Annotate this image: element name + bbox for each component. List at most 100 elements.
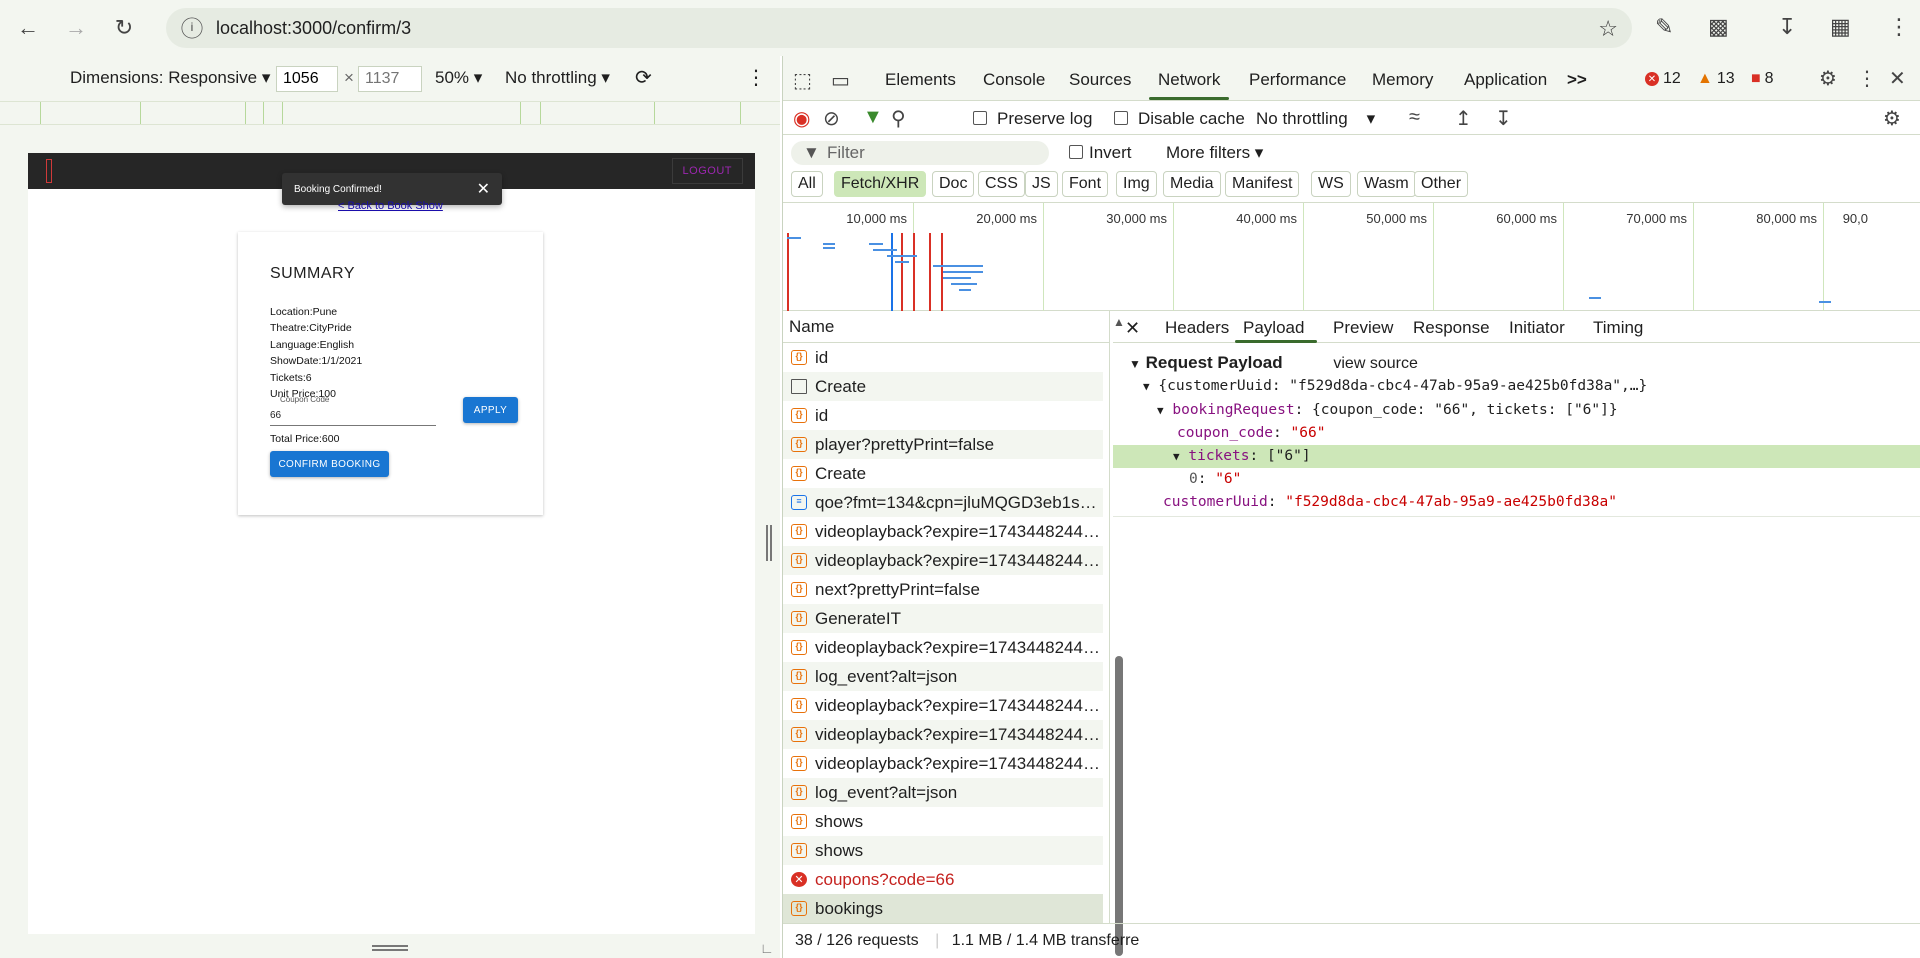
detail-tab-payload[interactable]: Payload <box>1243 318 1304 338</box>
device-width-input[interactable] <box>276 66 338 92</box>
throttling-dropdown[interactable]: No throttling ▾ <box>505 68 610 88</box>
detail-tab-timing[interactable]: Timing <box>1593 318 1643 338</box>
request-row[interactable]: {} videoplayback?expire=1743448244&e... <box>783 691 1103 720</box>
tab-network[interactable]: Network <box>1158 70 1220 90</box>
network-settings-gear-icon[interactable]: ⚙ <box>1883 106 1901 131</box>
preserve-log-checkbox[interactable] <box>973 111 987 125</box>
more-tabs-chevron-icon[interactable]: >> <box>1567 70 1587 90</box>
request-row[interactable]: {} GenerateIT <box>783 604 1103 633</box>
request-row[interactable]: {} videoplayback?expire=1743448244&e... <box>783 749 1103 778</box>
request-row[interactable]: {} videoplayback?expire=1743448244&e... <box>783 546 1103 575</box>
request-row[interactable]: {} Create <box>783 459 1103 488</box>
filter-chip-img[interactable]: Img <box>1116 171 1157 197</box>
name-column-header[interactable]: Name <box>783 311 1110 343</box>
ticket-0-row[interactable]: 0: "6" <box>1113 468 1920 491</box>
download-icon[interactable]: ↧ <box>1778 14 1796 40</box>
settings-gear-icon[interactable]: ⚙ <box>1819 66 1837 91</box>
devtools-menu-icon[interactable]: ⋮ <box>1857 66 1877 91</box>
clear-icon[interactable]: ⊘ <box>823 106 840 131</box>
network-overview-timeline[interactable]: 10,000 ms 20,000 ms 30,000 ms 40,000 ms … <box>783 203 1920 311</box>
request-row[interactable]: ✕ coupons?code=66 <box>783 865 1103 894</box>
apply-button[interactable]: APPLY <box>463 397 518 423</box>
viewport-resize-handle-bottom[interactable] <box>372 945 408 951</box>
request-row[interactable]: {} videoplayback?expire=1743448244&e... <box>783 633 1103 662</box>
error-count-badge[interactable]: ✕ 12 <box>1645 70 1681 88</box>
rotate-icon[interactable]: ⟳ <box>635 65 652 90</box>
invert-checkbox[interactable] <box>1069 145 1083 159</box>
request-row[interactable]: {} videoplayback?expire=1743448244&e... <box>783 720 1103 749</box>
request-row[interactable]: ≡ qoe?fmt=134&cpn=jluMQGD3eb1she... <box>783 488 1103 517</box>
payload-root-row[interactable]: ▼ {customerUuid: "f529d8da-cbc4-47ab-95a… <box>1113 375 1920 398</box>
tickets-row[interactable]: ▼ tickets: ["6"] <box>1113 445 1920 468</box>
filter-chip-all[interactable]: All <box>791 171 823 197</box>
customer-uuid-row[interactable]: customerUuid: "f529d8da-cbc4-47ab-95a9-a… <box>1113 491 1920 517</box>
bookmark-star-icon[interactable]: ☆ <box>1598 16 1618 42</box>
extensions-icon[interactable]: ▩ <box>1708 14 1729 40</box>
request-row[interactable]: {} next?prettyPrint=false <box>783 575 1103 604</box>
search-icon[interactable]: ⚲ <box>891 106 906 131</box>
disable-cache-checkbox[interactable] <box>1114 111 1128 125</box>
back-icon[interactable]: ← <box>8 8 48 48</box>
request-row[interactable]: {} id <box>783 343 1103 372</box>
profile-avatar-icon[interactable]: ▦ <box>1830 14 1851 40</box>
tab-sources[interactable]: Sources <box>1069 70 1131 90</box>
tab-application[interactable]: Application <box>1464 70 1547 90</box>
address-bar[interactable]: i localhost:3000/confirm/3 ☆ <box>166 8 1632 48</box>
menu-kebab-icon[interactable]: ⋮ <box>1888 14 1910 40</box>
tab-memory[interactable]: Memory <box>1372 70 1433 90</box>
request-row[interactable]: {} videoplayback?expire=1743448244&e... <box>783 517 1103 546</box>
filter-chip-js[interactable]: JS <box>1025 171 1058 197</box>
filter-chip-wasm[interactable]: Wasm <box>1357 171 1416 197</box>
close-detail-icon[interactable]: ✕ <box>1125 318 1140 339</box>
request-row[interactable]: Create <box>783 372 1103 401</box>
tab-elements[interactable]: Elements <box>885 70 956 90</box>
booking-request-row[interactable]: ▼ bookingRequest: {coupon_code: "66", ti… <box>1113 399 1920 422</box>
inspect-element-icon[interactable]: ⬚ <box>793 68 812 93</box>
request-row[interactable]: {} log_event?alt=json <box>783 662 1103 691</box>
filter-chip-other[interactable]: Other <box>1414 171 1469 197</box>
media-query-ruler[interactable] <box>0 101 780 125</box>
issues-count-badge[interactable]: ■ 8 <box>1751 70 1774 88</box>
close-icon[interactable]: ✕ <box>477 179 490 199</box>
request-row[interactable]: {} shows <box>783 836 1103 865</box>
zoom-dropdown[interactable]: 50% ▾ <box>435 68 482 88</box>
request-row[interactable]: {} bookings <box>783 894 1103 923</box>
dimensions-dropdown[interactable]: Dimensions: Responsive ▾ <box>70 68 270 88</box>
device-height-input[interactable] <box>358 66 422 92</box>
eyedropper-icon[interactable]: ✎ <box>1655 14 1673 40</box>
coupon-code-row[interactable]: coupon_code: "66" <box>1113 422 1920 445</box>
request-row[interactable]: {} player?prettyPrint=false <box>783 430 1103 459</box>
detail-tab-initiator[interactable]: Initiator <box>1509 318 1565 338</box>
request-row[interactable]: {} id <box>783 401 1103 430</box>
filter-funnel-icon[interactable]: ▼ <box>863 106 883 129</box>
request-payload-header[interactable]: ▼ Request Payload view source <box>1113 351 1920 374</box>
viewport-resize-handle-right[interactable] <box>766 525 772 561</box>
filter-chip-ws[interactable]: WS <box>1311 171 1351 197</box>
site-info-icon[interactable]: i <box>181 17 203 39</box>
filter-chip-css[interactable]: CSS <box>978 171 1025 197</box>
app-logo[interactable] <box>46 159 52 183</box>
coupon-code-input[interactable]: 66 <box>270 406 436 426</box>
back-to-book-show-link[interactable]: < Back to Book Show <box>338 200 443 212</box>
confirm-booking-button[interactable]: CONFIRM BOOKING <box>270 451 389 477</box>
request-row[interactable]: {} log_event?alt=json <box>783 778 1103 807</box>
import-har-icon[interactable]: ↥ <box>1455 106 1472 131</box>
tab-console[interactable]: Console <box>983 70 1045 90</box>
tab-performance[interactable]: Performance <box>1249 70 1346 90</box>
filter-chip-manifest[interactable]: Manifest <box>1225 171 1300 197</box>
viewport-resize-handle-corner[interactable]: ∟ <box>760 940 774 956</box>
detail-tab-response[interactable]: Response <box>1413 318 1490 338</box>
record-stop-icon[interactable]: ◉ <box>793 106 810 131</box>
filter-chip-media[interactable]: Media <box>1163 171 1221 197</box>
filter-chip-doc[interactable]: Doc <box>932 171 975 197</box>
filter-chip-fetch-xhr[interactable]: Fetch/XHR <box>834 171 927 197</box>
device-toggle-icon[interactable]: ▭ <box>831 68 850 93</box>
warning-count-badge[interactable]: ▲ 13 <box>1697 70 1735 88</box>
export-har-icon[interactable]: ↧ <box>1495 106 1512 131</box>
url-text[interactable]: localhost:3000/confirm/3 <box>216 18 411 39</box>
filter-chip-font[interactable]: Font <box>1062 171 1109 197</box>
forward-icon[interactable]: → <box>56 8 96 48</box>
logout-button[interactable]: LOGOUT <box>671 158 743 184</box>
filter-input[interactable]: ▼ Filter <box>791 141 1049 165</box>
more-filters-dropdown[interactable]: More filters ▾ <box>1166 143 1263 163</box>
